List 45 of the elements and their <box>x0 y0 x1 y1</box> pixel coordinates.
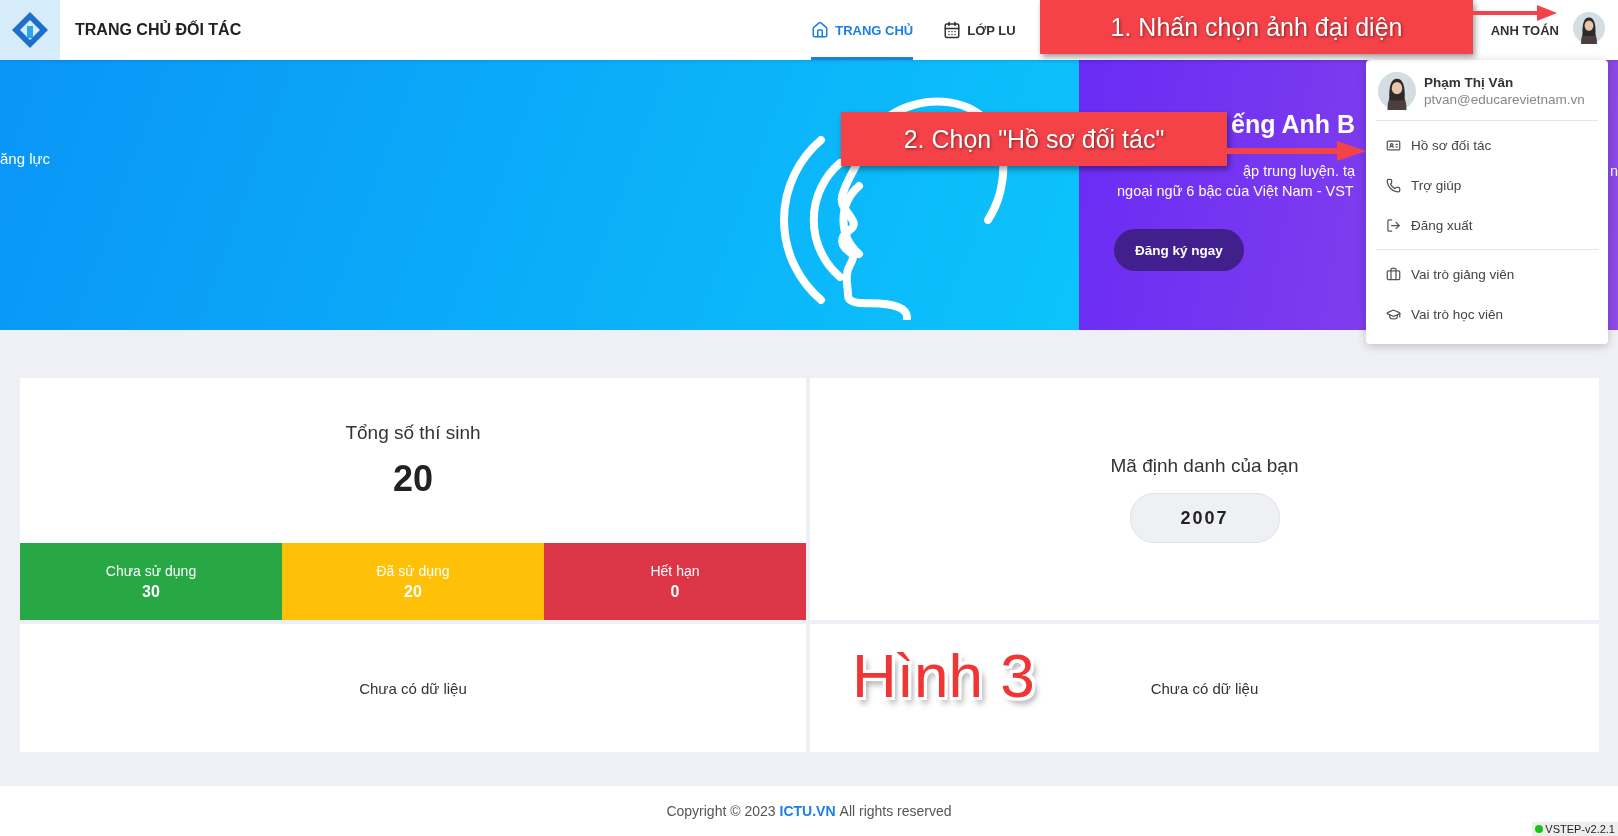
empty-message: Chưa có dữ liệu <box>1150 679 1259 697</box>
promo-text: ngoại ngữ 6 bậc của Việt Nam - VST <box>1117 183 1354 199</box>
card-title: Tổng số thí sinh <box>345 421 481 444</box>
avatar[interactable] <box>1573 12 1605 44</box>
logout-icon <box>1386 217 1401 233</box>
status-value: 30 <box>142 582 160 601</box>
card-title: Mã định danh của bạn <box>1110 455 1299 477</box>
id-card-icon <box>1386 137 1401 153</box>
register-button[interactable]: Đăng ký ngay <box>1114 229 1244 271</box>
callout: 2. Chọn "Hồ sơ đối tác" <box>841 112 1227 166</box>
status-value: 20 <box>404 582 422 601</box>
menu-item[interactable]: Hồ sơ đối tác <box>1366 125 1608 165</box>
logo-icon <box>10 10 50 50</box>
menu-item[interactable]: Vai trò giảng viên <box>1366 254 1608 294</box>
id-code: 2007 <box>1129 493 1280 543</box>
status-label: Chưa sử dụng <box>105 562 197 579</box>
copyright-text: All rights reserved <box>839 803 952 819</box>
version-label: VSTEP-v2.2.1 <box>1545 823 1615 835</box>
total-count: 20 <box>392 457 433 500</box>
user-email: ptvan@educarevietnam.vn <box>1424 92 1585 107</box>
menu-item[interactable]: Trợ giúp <box>1366 165 1608 205</box>
promo-title: ếng Anh B <box>1231 110 1357 139</box>
user-name: Phạm Thị Vân <box>1424 75 1515 90</box>
home-icon <box>811 21 830 39</box>
figure-label: Hình 3 <box>852 640 1035 711</box>
promo-text: n <box>1609 163 1618 179</box>
menu-item[interactable]: Đăng xuất <box>1366 205 1608 245</box>
user-avatar <box>1378 72 1416 110</box>
phone-icon <box>1386 177 1401 193</box>
menu-item[interactable]: Vai trò học viên <box>1366 294 1608 334</box>
nav-tab[interactable]: ANH TOÁN <box>1490 0 1559 60</box>
copyright-text: Copyright © 2023 <box>666 803 776 819</box>
promo-text: ập trung luyện. tạ <box>1243 163 1356 179</box>
status-label: Đã sử dụng <box>376 562 450 579</box>
footer-link[interactable]: ICTU.VN <box>779 803 836 819</box>
graduation-cap-icon <box>1386 306 1401 322</box>
empty-message: Chưa có dữ liệu <box>359 679 467 697</box>
calendar-icon <box>943 21 962 39</box>
banner-text: ăng lực <box>0 150 51 169</box>
callout: 1. Nhấn chọn ảnh đại diện <box>1040 0 1473 54</box>
nav-tab[interactable]: LỚP LU <box>943 0 1016 60</box>
status-value: 0 <box>670 582 680 601</box>
page-title: TRANG CHỦ ĐỐI TÁC <box>75 21 242 39</box>
briefcase-icon <box>1386 266 1401 282</box>
status-label: Hết hạn <box>650 562 700 579</box>
